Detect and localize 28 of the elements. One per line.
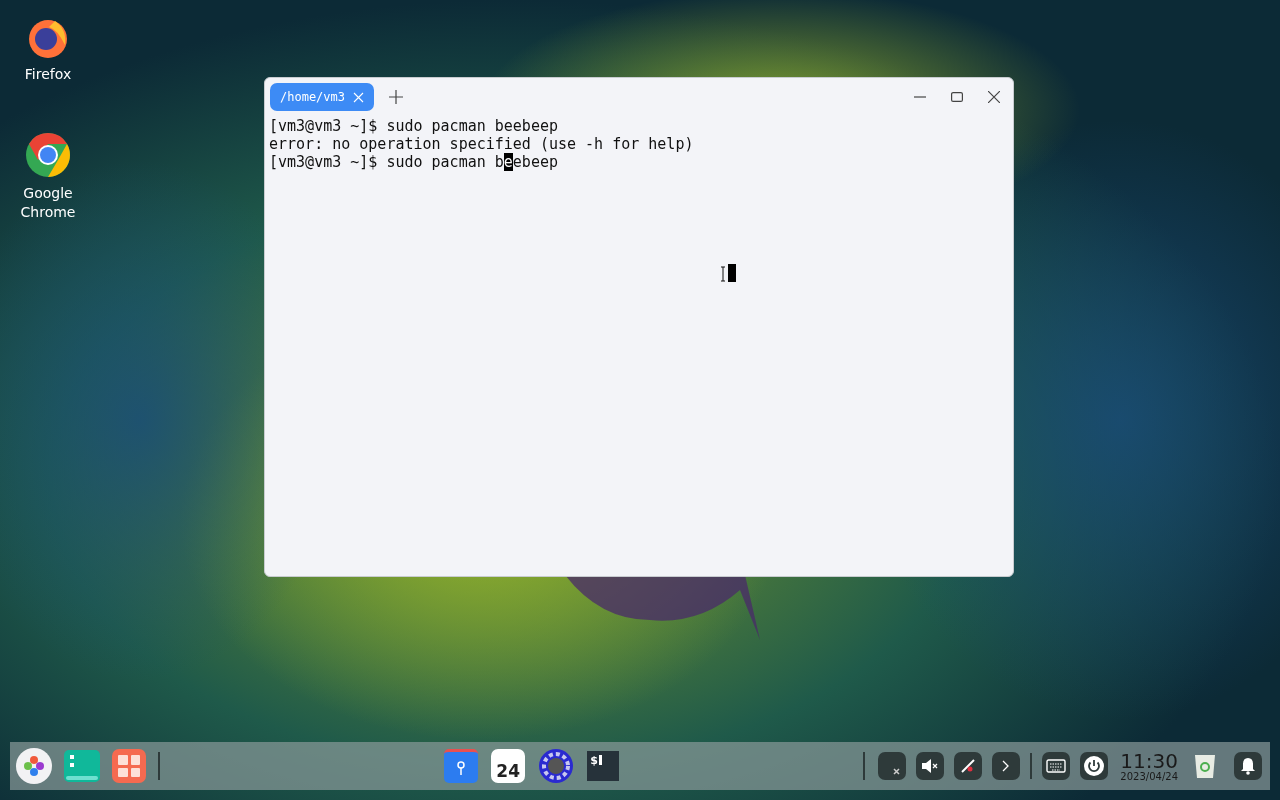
terminal-line: [vm3@vm3 ~]$ sudo pacman beebeep bbox=[269, 153, 558, 171]
multitask-icon[interactable] bbox=[64, 750, 100, 782]
terminal-line: [vm3@vm3 ~]$ sudo pacman beebeep bbox=[269, 117, 558, 135]
fox-globe-icon bbox=[27, 17, 69, 59]
clock-time[interactable]: 11:30 bbox=[1120, 750, 1178, 771]
app-grid-icon[interactable] bbox=[112, 749, 146, 783]
network-icon[interactable] bbox=[878, 752, 907, 780]
folder-icon[interactable] bbox=[444, 749, 479, 783]
clock-date[interactable]: 2023/04/24 bbox=[1120, 770, 1178, 782]
text-cursor-icon bbox=[720, 264, 738, 284]
pen-icon[interactable] bbox=[954, 752, 983, 780]
terminal-line: error: no operation specified (use -h for help) bbox=[269, 135, 694, 153]
notification-bell-icon[interactable] bbox=[1234, 752, 1262, 780]
maximize-icon[interactable] bbox=[951, 91, 963, 103]
keyboard-icon[interactable] bbox=[1042, 752, 1071, 780]
desktop-icon-label[interactable]: Firefox bbox=[24, 65, 72, 84]
chrome-icon bbox=[25, 132, 71, 178]
terminal-icon[interactable]: $ bbox=[587, 751, 620, 781]
launcher-icon[interactable] bbox=[16, 748, 52, 784]
power-icon[interactable] bbox=[1080, 752, 1109, 780]
chevron-right-icon[interactable] bbox=[992, 752, 1021, 780]
gear-icon[interactable] bbox=[538, 748, 575, 784]
calendar-icon[interactable]: 24 bbox=[491, 749, 526, 783]
add-tab-icon[interactable] bbox=[389, 90, 404, 104]
desktop-icon-label[interactable]: Google Chrome bbox=[3, 184, 93, 222]
trash-icon[interactable] bbox=[1194, 753, 1216, 779]
close-icon[interactable] bbox=[988, 91, 1000, 103]
mute-icon[interactable] bbox=[916, 752, 945, 780]
